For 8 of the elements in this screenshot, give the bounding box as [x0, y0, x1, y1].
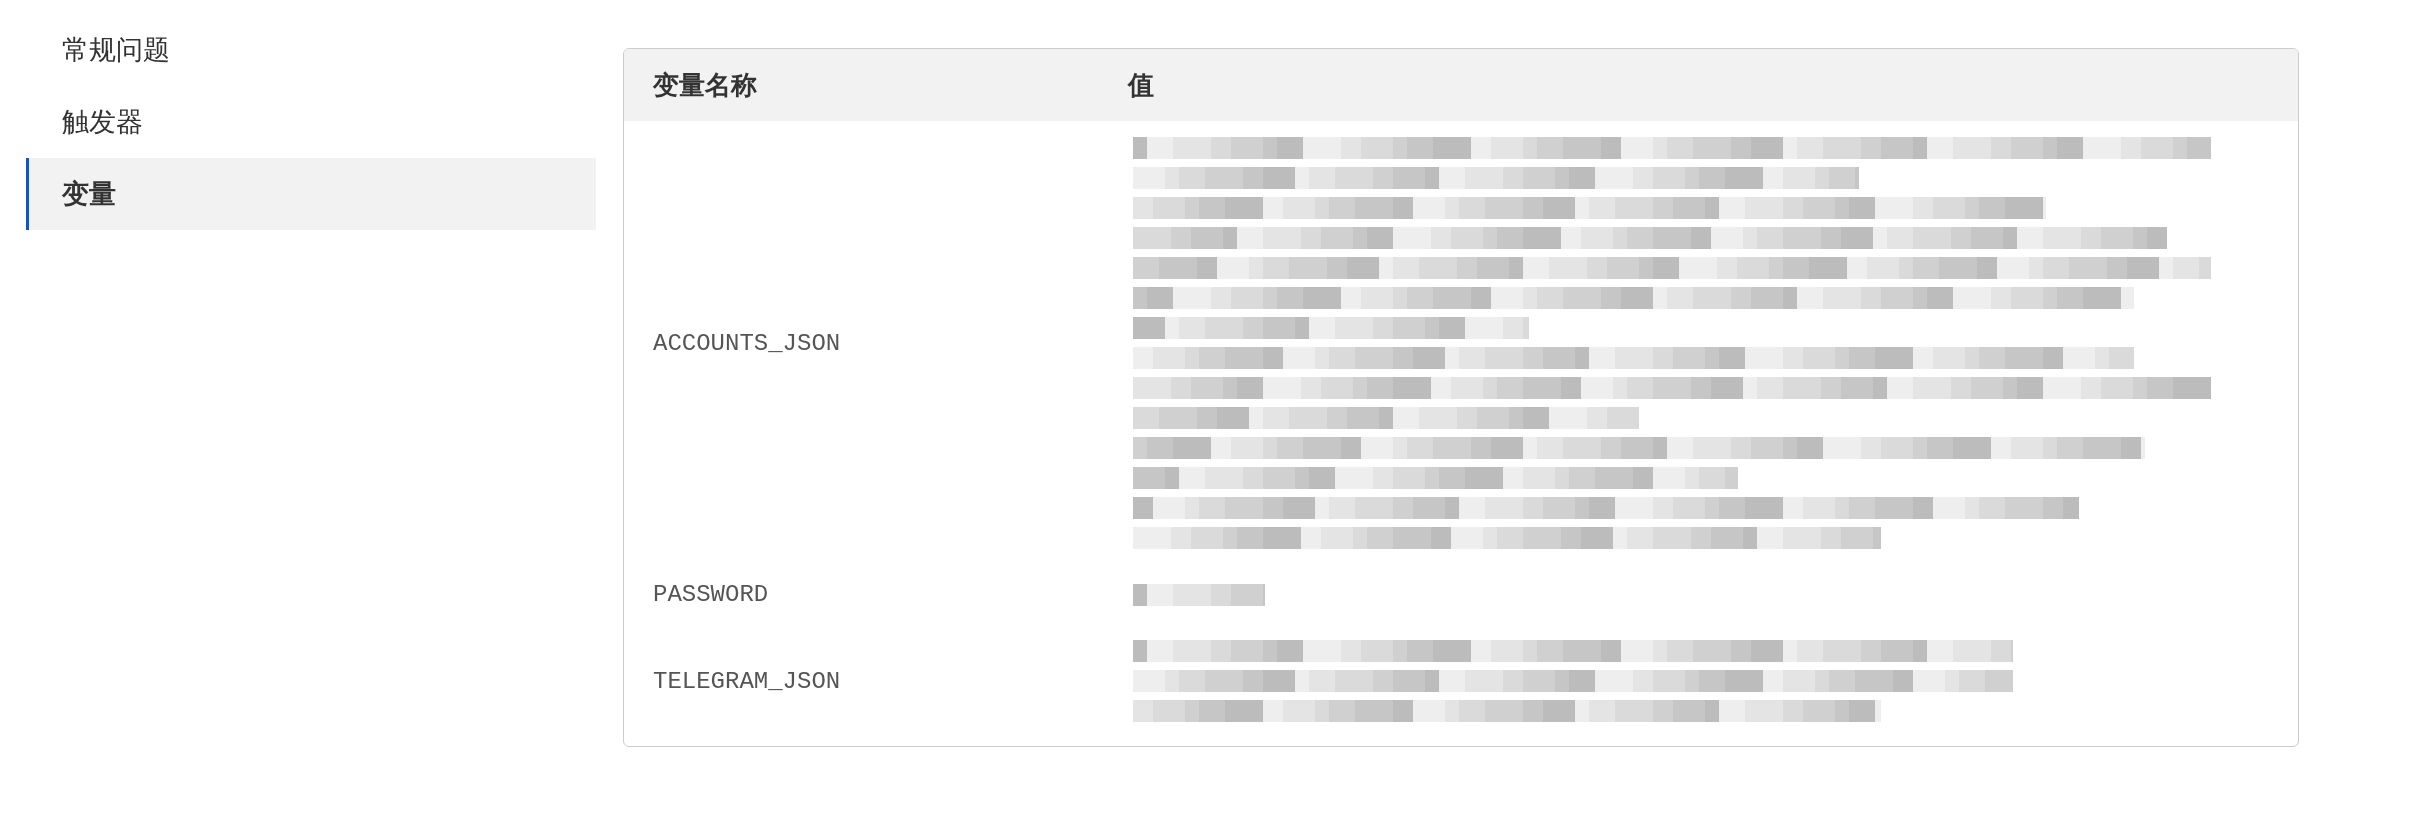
variable-name: PASSWORD	[653, 581, 770, 608]
sidebar-item[interactable]: 触发器	[26, 86, 596, 158]
column-header: 值	[1128, 68, 1154, 102]
sidebar-item[interactable]: 变量	[26, 158, 596, 230]
column-header: 变量名称	[653, 68, 758, 102]
variable-name: ACCOUNTS_JSON	[653, 329, 842, 357]
variable-name: TELEGRAM_JSON	[653, 667, 842, 695]
sidebar-item[interactable]: 常规问题	[26, 14, 596, 86]
